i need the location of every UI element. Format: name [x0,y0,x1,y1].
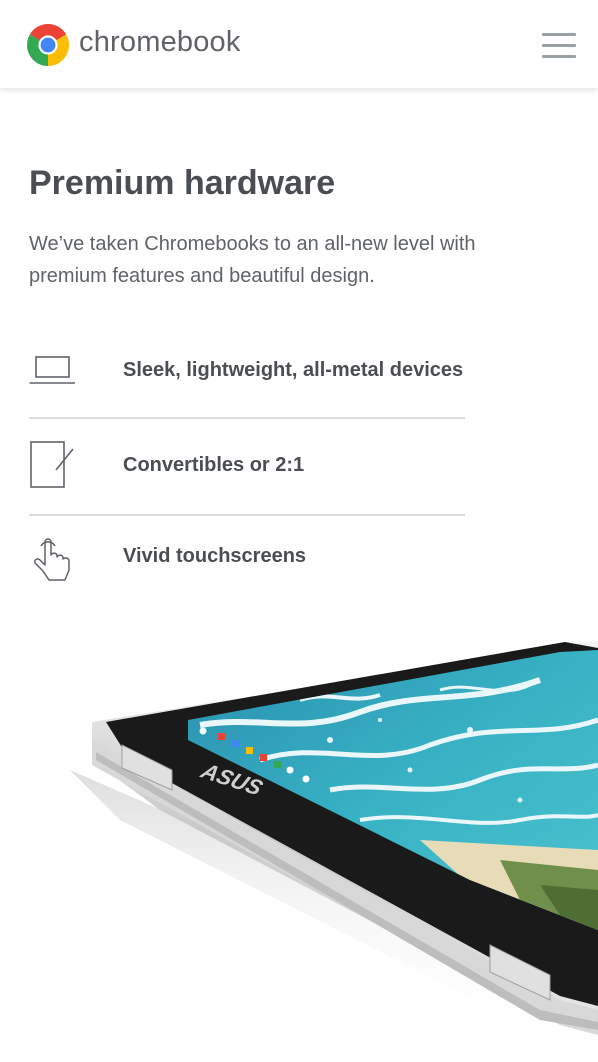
site-header: chromebook [0,0,598,88]
page: chromebook Premium hardware We’ve taken … [0,0,598,1062]
feature-label: Convertibles or 2:1 [123,454,305,476]
menu-button[interactable] [540,30,578,62]
chromebook-convertible-image: ASUS [70,640,598,1062]
feature-list: Sleek, lightweight, all-metal devices Co… [29,322,465,611]
feature-label: Vivid touchscreens [123,545,307,567]
laptop-icon [29,356,75,384]
feature-label: Sleek, lightweight, all-metal devices [123,359,464,381]
hamburger-menu-icon [542,33,576,36]
brand-wordmark[interactable]: chromebook [79,24,241,60]
chrome-logo-icon[interactable] [26,23,70,67]
feature-item: Convertibles or 2:1 [29,419,465,516]
touch-hand-icon [34,538,70,581]
section-intro: We’ve taken Chromebooks to an all-new le… [29,233,476,287]
section-headline: Premium hardware [29,164,336,202]
feature-item: Sleek, lightweight, all-metal devices [29,322,465,419]
feature-item: Vivid touchscreens [29,516,465,611]
convertible-tablet-icon [30,441,74,488]
